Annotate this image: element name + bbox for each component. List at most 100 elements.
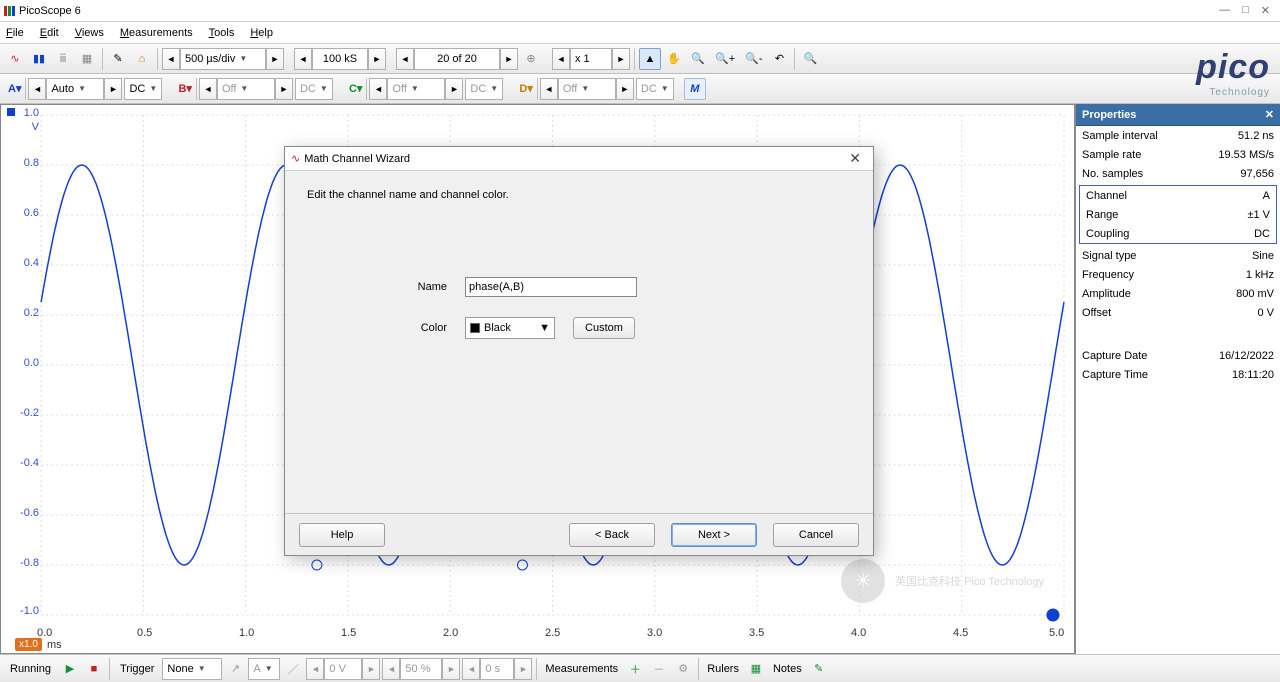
maximize-button[interactable]: □ (1242, 4, 1249, 17)
x-tick: 5.0 (1049, 627, 1064, 639)
y-tick: -0.6 (5, 507, 39, 519)
spectrum-view-icon[interactable]: ▮▮ (28, 48, 50, 70)
trigger-delay[interactable]: ◄0 s► (462, 658, 532, 680)
channel-a-chip[interactable]: A▾ (4, 78, 26, 100)
channel-b-coupling[interactable]: DC▼ (295, 78, 333, 100)
menu-views[interactable]: Views (75, 27, 104, 39)
channel-a-range[interactable]: ◄ Auto▼ ► (28, 78, 122, 100)
channel-b-chip[interactable]: B▾ (174, 78, 196, 100)
zoom-area-icon[interactable]: 🔍 (687, 48, 709, 70)
channel-d-coupling[interactable]: DC▼ (636, 78, 674, 100)
app-icon (4, 6, 15, 16)
samples-value-box[interactable]: 100 kS (312, 48, 368, 70)
notes-label[interactable]: Notes (769, 663, 806, 675)
back-button[interactable]: < Back (569, 523, 655, 547)
channel-d-range-val: Off (563, 83, 577, 95)
channel-c-range-val: Off (392, 83, 406, 95)
menu-measurements[interactable]: Measurements (120, 27, 193, 39)
trigger-percent[interactable]: ◄50 %► (382, 658, 460, 680)
timebase-control[interactable]: ◄ 500 µs/div▼ ► (162, 48, 284, 70)
zoom-fit-icon[interactable]: 🔍 (799, 48, 821, 70)
zoom-out-icon[interactable]: 🔍- (741, 48, 766, 70)
go-button[interactable]: ▶ (59, 658, 81, 680)
channel-b-range[interactable]: ◄ Off▼ ► (199, 78, 293, 100)
trigger-mode[interactable]: None▼ (162, 658, 222, 680)
zoom-prev[interactable]: ◄ (552, 48, 570, 70)
y-tick: 0.8 (5, 157, 39, 169)
statusbar: Running ▶ ■ Trigger None▼ ↗ A▼ ／ ◄0 V► ◄… (0, 654, 1280, 682)
channel-name-input[interactable] (465, 277, 637, 297)
zoom-next[interactable]: ► (612, 48, 630, 70)
x-tick: 1.0 (239, 627, 254, 639)
measurements-edit-icon[interactable]: ⚙ (672, 658, 694, 680)
y-tick: -0.2 (5, 407, 39, 419)
home-icon[interactable]: ⌂ (131, 48, 153, 70)
menu-file[interactable]: File (6, 27, 24, 39)
dialog-close-icon[interactable]: ✕ (843, 150, 867, 167)
channel-a-range-val: Auto (51, 83, 74, 95)
trigger-channel[interactable]: A▼ (248, 658, 280, 680)
menu-help[interactable]: Help (250, 27, 273, 39)
color-combo[interactable]: Black ▼ (465, 317, 555, 339)
properties-title: Properties (1082, 109, 1136, 121)
measurements-add-icon[interactable]: ＋ (624, 658, 646, 680)
brand-logo: pico Technology (1196, 48, 1270, 98)
persistence-icon[interactable]: ⅲ (52, 48, 74, 70)
measurements-label[interactable]: Measurements (541, 663, 622, 675)
menu-edit[interactable]: Edit (40, 27, 59, 39)
x-unit: ms (47, 639, 62, 651)
buffer-prev[interactable]: ◄ (396, 48, 414, 70)
timebase-combo[interactable]: 500 µs/div▼ (180, 48, 266, 70)
buffer-next[interactable]: ► (500, 48, 518, 70)
channel-c-chip[interactable]: C▾ (345, 78, 367, 100)
menu-tools[interactable]: Tools (209, 27, 235, 39)
properties-close-icon[interactable]: ✕ (1265, 108, 1274, 121)
channel-d-range[interactable]: ◄ Off▼ ► (540, 78, 634, 100)
buffer-value-box[interactable]: 20 of 20 (414, 48, 500, 70)
stop-button[interactable]: ■ (83, 658, 105, 680)
rulers-icon[interactable]: ▦ (745, 658, 767, 680)
zoom-value: x 1 (575, 53, 590, 65)
zoom-undo-icon[interactable]: ↶ (768, 48, 790, 70)
trigger-edge-icon[interactable]: ↗ (224, 658, 246, 680)
samples-next[interactable]: ► (368, 48, 386, 70)
trigger-label: Trigger (114, 663, 160, 675)
cancel-button[interactable]: Cancel (773, 523, 859, 547)
buffer-control[interactable]: ◄ 20 of 20 ► (396, 48, 518, 70)
notes-icon[interactable]: ✎ (808, 658, 830, 680)
samples-control[interactable]: ◄ 100 kS ► (294, 48, 386, 70)
samples-prev[interactable]: ◄ (294, 48, 312, 70)
x-scale-chip[interactable]: x1.0 (15, 638, 42, 651)
next-button[interactable]: Next > (671, 523, 757, 547)
trigger-level[interactable]: ◄0 V► (306, 658, 380, 680)
close-button[interactable]: ✕ (1261, 4, 1270, 17)
channel-a-coupling[interactable]: DC▼ (124, 78, 162, 100)
zoom-in-icon[interactable]: 🔍+ (711, 48, 739, 70)
channel-c-coupling[interactable]: DC▼ (465, 78, 503, 100)
minimize-button[interactable]: — (1219, 4, 1230, 17)
zoom-control[interactable]: ◄ x 1 ► (552, 48, 630, 70)
target-icon[interactable]: ⊕ (520, 48, 542, 70)
trigger-slope-icon[interactable]: ／ (282, 658, 304, 680)
signal-generator-icon[interactable]: ∿ (4, 48, 26, 70)
y-tick: -1.0 (5, 605, 39, 617)
zoom-value-box[interactable]: x 1 (570, 48, 612, 70)
wand-icon[interactable]: ✎ (107, 48, 129, 70)
properties-panel: Properties ✕ Sample interval51.2 ns Samp… (1075, 104, 1280, 654)
custom-color-button[interactable]: Custom (573, 317, 635, 339)
pointer-icon[interactable]: ▲ (639, 48, 661, 70)
y-unit: V (23, 121, 39, 133)
view-icon[interactable]: ▦ (76, 48, 98, 70)
measurements-remove-icon[interactable]: － (648, 658, 670, 680)
timebase-prev[interactable]: ◄ (162, 48, 180, 70)
y-tick: 0.4 (5, 257, 39, 269)
hand-icon[interactable]: ✋ (663, 48, 685, 70)
help-button[interactable]: Help (299, 523, 385, 547)
channel-d-chip[interactable]: D▾ (515, 78, 537, 100)
timebase-next[interactable]: ► (266, 48, 284, 70)
math-channel-icon[interactable]: M (684, 78, 706, 100)
samples-value: 100 kS (323, 53, 357, 65)
y-tick: 0.0 (5, 357, 39, 369)
rulers-label[interactable]: Rulers (703, 663, 743, 675)
channel-c-range[interactable]: ◄ Off▼ ► (369, 78, 463, 100)
